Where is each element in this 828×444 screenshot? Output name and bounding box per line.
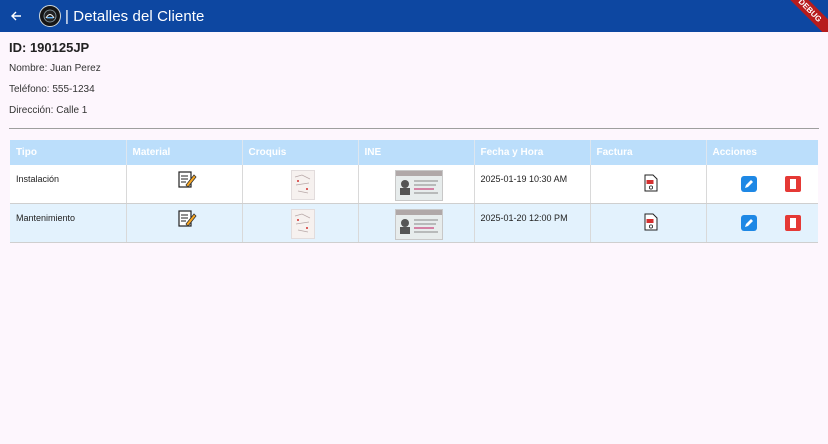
header-tipo: Tipo <box>10 140 127 165</box>
cell-fecha: 2025-01-19 10:30 AM <box>474 165 591 204</box>
id-card-icon <box>396 171 442 195</box>
client-id: ID: 190125JP <box>9 40 90 55</box>
table-row: Mantenimiento 2025-01-20 12:00 PM <box>10 203 819 243</box>
ine-thumbnail[interactable] <box>395 209 443 240</box>
app-logo <box>39 5 61 27</box>
edit-button[interactable] <box>740 176 757 192</box>
sketch-image-icon <box>294 174 311 194</box>
page-title: | Detalles del Cliente <box>65 7 205 25</box>
tipo-text: Instalación <box>16 174 60 184</box>
logo-icon <box>43 9 57 23</box>
tipo-text: Mantenimiento <box>16 213 76 223</box>
header-material: Material <box>126 140 243 165</box>
croquis-thumbnail[interactable] <box>291 209 315 239</box>
client-address: Dirección: Calle 1 <box>9 105 88 116</box>
pencil-icon <box>744 180 753 188</box>
table-row: Instalación 2025-01-19 10:30 AM <box>10 165 818 204</box>
material-icon[interactable] <box>177 209 197 229</box>
pencil-icon <box>744 219 753 227</box>
pdf-icon[interactable] <box>644 174 658 192</box>
cell-tipo: Instalación <box>10 165 127 204</box>
croquis-thumbnail[interactable] <box>291 170 315 200</box>
fecha-text: 2025-01-19 10:30 AM <box>480 174 568 184</box>
row-actions <box>713 204 819 231</box>
id-card-icon <box>396 210 442 234</box>
header-ine: INE <box>358 140 475 165</box>
row-actions <box>713 165 819 192</box>
services-table: Tipo Material Croquis INE Fecha y Hora F… <box>10 140 818 243</box>
pdf-icon[interactable] <box>644 213 658 231</box>
trash-icon <box>789 218 796 228</box>
debug-banner: DEBUG <box>777 0 828 32</box>
ine-thumbnail[interactable] <box>395 170 443 201</box>
fecha-text: 2025-01-20 12:00 PM <box>480 213 568 223</box>
trash-icon <box>789 179 796 189</box>
client-info: ID: 190125JP Nombre: Juan Perez Teléfono… <box>9 41 101 124</box>
back-button[interactable] <box>0 0 32 32</box>
header-acciones: Acciones <box>706 140 818 165</box>
delete-button[interactable] <box>784 215 801 231</box>
cell-tipo: Mantenimiento <box>10 203 127 243</box>
header-fecha: Fecha y Hora <box>474 140 591 165</box>
header-factura: Factura <box>590 140 707 165</box>
divider <box>9 128 819 129</box>
client-name: Nombre: Juan Perez <box>9 63 101 74</box>
cell-fecha: 2025-01-20 12:00 PM <box>474 203 591 243</box>
sketch-image-icon <box>294 213 311 233</box>
edit-button[interactable] <box>740 215 757 231</box>
delete-button[interactable] <box>784 176 801 192</box>
arrow-back-icon <box>11 11 21 21</box>
material-icon[interactable] <box>177 170 197 190</box>
client-phone: Teléfono: 555-1234 <box>9 84 95 95</box>
table-header-row: Tipo Material Croquis INE Fecha y Hora F… <box>10 140 818 165</box>
app-bar: | Detalles del Cliente DEBUG <box>0 0 828 32</box>
header-croquis: Croquis <box>242 140 359 165</box>
